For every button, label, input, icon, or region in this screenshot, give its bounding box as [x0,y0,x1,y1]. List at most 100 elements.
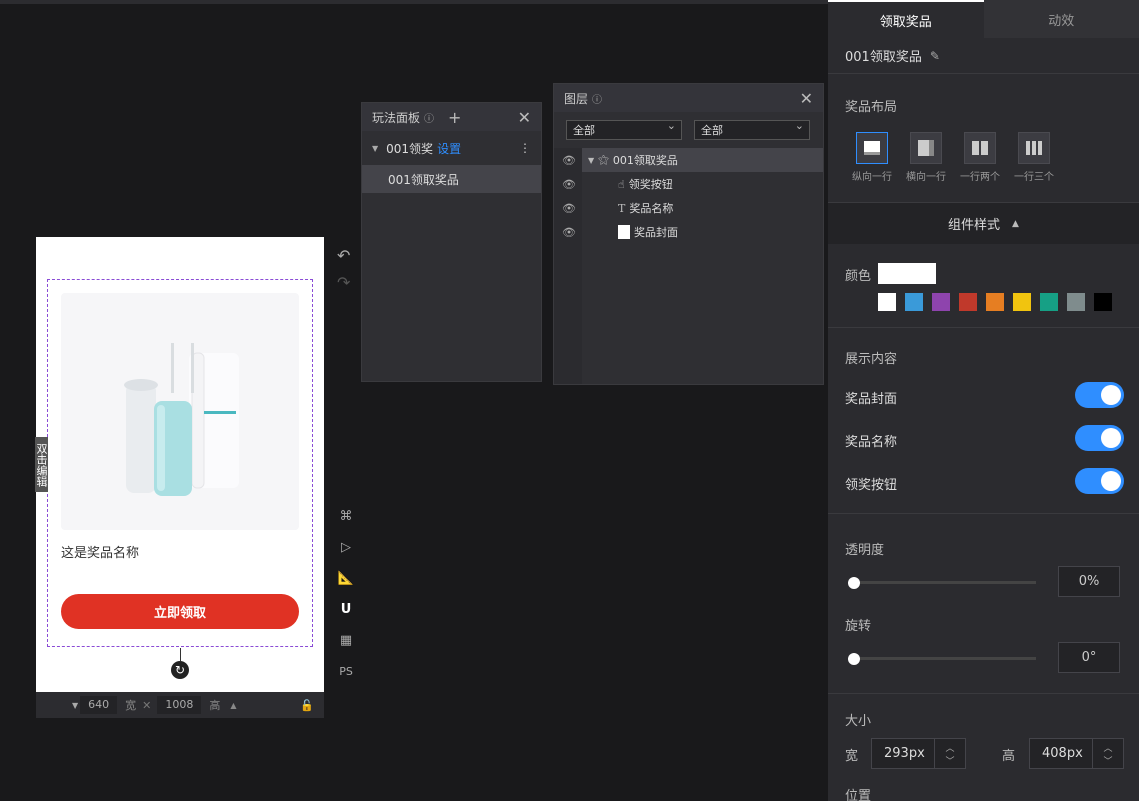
link-x-icon[interactable]: ✕ [142,699,151,712]
undo-icon[interactable]: ↶ [337,246,350,265]
layout-title: 奖品布局 [845,100,898,115]
color-swatch[interactable] [959,293,977,311]
redo-icon[interactable]: ↷ [337,273,350,292]
width-stepper[interactable]: ︿ ﹀ [934,738,966,769]
color-swatch[interactable] [986,293,1004,311]
size-dropdown-icon[interactable]: ▼ [72,701,78,710]
color-swatch[interactable] [932,293,950,311]
grid-icon[interactable]: ▦ [338,632,354,648]
component-name: 001领取奖品 [845,50,922,65]
info-icon[interactable]: ⓘ [424,110,434,125]
layer-row[interactable]: ▼ ⚝ 001领取奖品 [582,148,823,172]
rotation-slider-track[interactable] [850,657,1036,660]
close-icon[interactable]: ✕ [518,108,531,127]
layout-horizontal-row[interactable]: 横向一行 [901,132,951,183]
caret-up-icon[interactable]: ▲ [1012,219,1019,229]
ruler-icon[interactable]: 📐 [338,570,354,586]
rotation-value[interactable]: 0° [1058,642,1120,673]
rotate-handle-line [180,648,181,661]
stepper-down-icon[interactable]: ﹀ [945,754,954,767]
rotation-slider-knob[interactable] [848,653,860,665]
layer-row[interactable]: 奖品封面 [582,220,823,244]
component-icon: ⚝ [598,153,609,166]
canvas-height-label: 高 [209,699,221,712]
toggle-button[interactable] [1075,468,1124,494]
tab-animation[interactable]: 动效 [983,0,1139,38]
canvas-height-field[interactable]: 1008 [157,696,202,714]
claim-prize-button[interactable]: 立即领取 [61,594,299,629]
eye-icon[interactable]: 👁 [562,226,576,239]
position-title: 位置 [845,789,872,801]
height-label: 高 [1002,749,1016,764]
layer-panel: 图层 ⓘ ✕ 全部 全部 👁 👁 👁 👁 ▼ ⚝ 001领取奖品 ☝ 领奖按钮 … [553,83,824,385]
layout-options: 纵向一行 横向一行 一行两个 一行三个 [847,132,1059,183]
layer-label: 奖品封面 [634,226,678,239]
opacity-slider-knob[interactable] [848,577,860,589]
lock-icon[interactable]: 🔓 [300,699,314,712]
canvas-size-bar: ▼ 640 宽 ✕ 1008 高 ▲ 🔓 [36,692,324,718]
more-icon[interactable]: ⋮ [519,141,531,155]
layout-two-icon [964,132,996,164]
tree-item-child[interactable]: 001领取奖品 [362,165,541,193]
layer-row[interactable]: ☝ 领奖按钮 [582,172,823,196]
opacity-value[interactable]: 0% [1058,566,1120,597]
color-current-swatch[interactable] [878,263,936,284]
caret-down-icon[interactable]: ▼ [372,144,378,153]
double-click-edit-tag[interactable]: 双击编辑 [35,437,48,492]
layout-three-per-row[interactable]: 一行三个 [1009,132,1059,183]
filter-select-left[interactable]: 全部 [566,119,682,140]
stepper-up-icon[interactable]: ︿ [1103,741,1112,754]
layout-vertical-row[interactable]: 纵向一行 [847,132,897,183]
pointer-icon: ☝ [618,177,625,191]
component-name-row: 001领取奖品 ✎ [828,38,1139,74]
canvas-width-field[interactable]: 640 [80,696,118,714]
filter-select-right[interactable]: 全部 [694,119,810,140]
display-title: 展示内容 [845,352,898,367]
color-section: 颜色 [828,244,1139,328]
color-swatch[interactable] [1040,293,1058,311]
layer-row[interactable]: T 奖品名称 [582,196,823,220]
layout-option-label: 一行两个 [960,172,1000,183]
toggle-label-name: 奖品名称 [845,435,898,450]
stepper-down-icon[interactable]: ﹀ [1103,754,1112,767]
width-input[interactable]: 293px [871,738,939,769]
eye-icon[interactable]: 👁 [562,202,576,215]
layout-two-per-row[interactable]: 一行两个 [955,132,1005,183]
height-stepper[interactable]: ︿ ﹀ [1092,738,1124,769]
edit-pencil-icon[interactable]: ✎ [930,49,940,63]
stepper-up-icon[interactable]: ︿ [945,741,954,754]
color-swatch[interactable] [1094,293,1112,311]
toggle-name[interactable] [1075,425,1124,451]
toggle-label-button: 领奖按钮 [845,478,898,493]
info-icon[interactable]: ⓘ [592,91,602,106]
add-icon[interactable]: + [448,108,461,127]
color-swatches [878,293,1121,311]
color-label: 颜色 [845,269,872,284]
rotate-handle-icon[interactable]: ↻ [171,661,189,679]
play-icon[interactable]: ▷ [338,539,354,555]
tab-claim-prize[interactable]: 领取奖品 [828,0,984,38]
height-input[interactable]: 408px [1029,738,1097,769]
settings-link[interactable]: 设置 [437,140,461,157]
ps-button[interactable]: PS [338,663,354,679]
color-swatch[interactable] [878,293,896,311]
magnet-icon[interactable]: U [338,601,354,617]
canvas-width-label: 宽 [125,699,137,712]
toggle-cover[interactable] [1075,382,1124,408]
style-section-header[interactable]: 组件样式 ▲ [828,203,1139,244]
layout-option-label: 横向一行 [906,172,946,183]
tree-item-root[interactable]: ▼ 001领奖 设置 ⋮ [362,131,541,165]
size-collapse-icon[interactable]: ▲ [230,701,236,710]
command-icon[interactable]: ⌘ [338,508,354,524]
caret-down-icon[interactable]: ▼ [588,156,594,165]
close-icon[interactable]: ✕ [800,89,813,108]
eye-icon[interactable]: 👁 [562,178,576,191]
color-swatch[interactable] [1013,293,1031,311]
layer-panel-header: 图层 ⓘ ✕ [554,84,823,112]
play-panel: 玩法面板 ⓘ + ✕ ▼ 001领奖 设置 ⋮ 001领取奖品 [361,102,542,382]
color-swatch[interactable] [905,293,923,311]
color-swatch[interactable] [1067,293,1085,311]
opacity-slider-track[interactable] [850,581,1036,584]
play-panel-header: 玩法面板 ⓘ + ✕ [362,103,541,131]
eye-icon[interactable]: 👁 [562,154,576,167]
